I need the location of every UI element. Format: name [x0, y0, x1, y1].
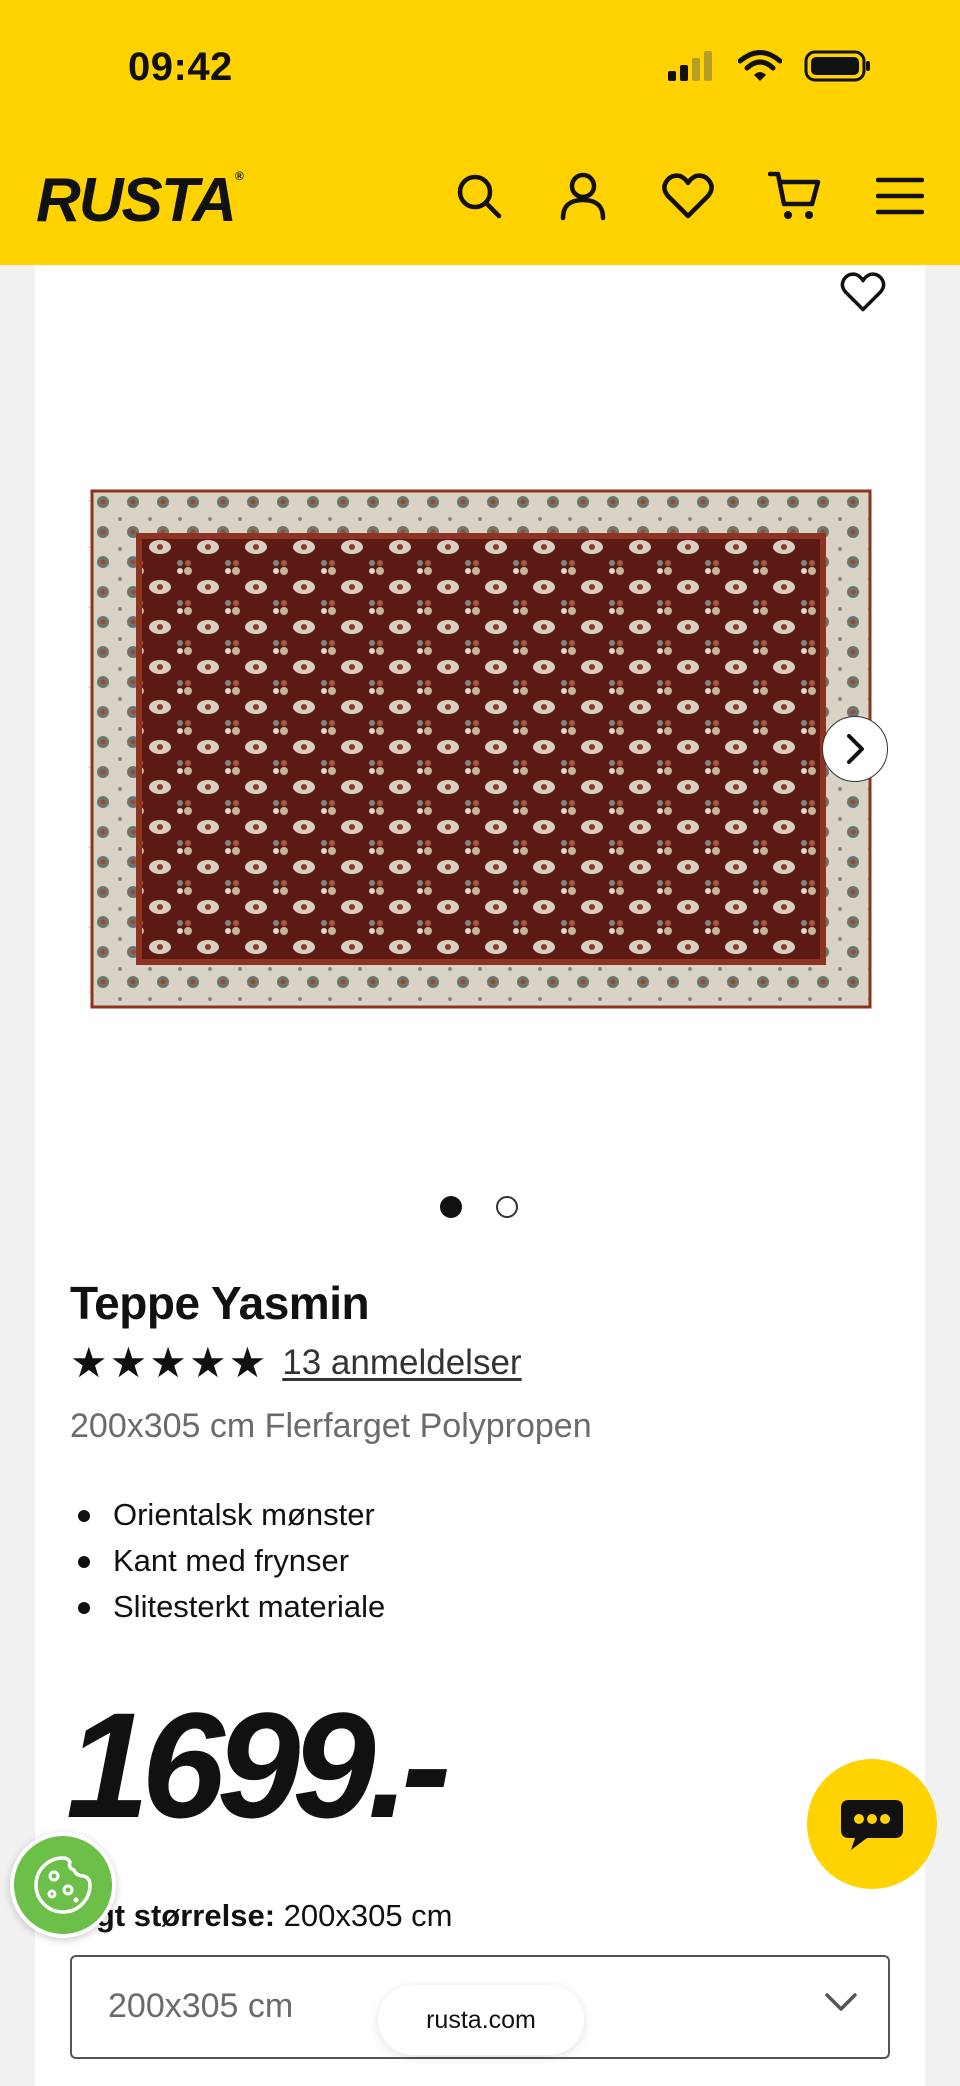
logo-mark: ®: [234, 169, 244, 183]
status-icons: [666, 50, 872, 82]
chevron-down-icon: [825, 1993, 857, 2011]
cart-icon[interactable]: [768, 170, 822, 222]
logo-text: RUSTA: [36, 166, 237, 235]
cookie-icon: [34, 1856, 92, 1914]
browser-url-pill[interactable]: rusta.com: [378, 1985, 584, 2055]
reviews-link[interactable]: 13 anmeldelser: [282, 1343, 521, 1383]
add-to-favorites-button[interactable]: [838, 267, 888, 317]
product-image: [88, 489, 872, 1009]
search-icon[interactable]: [454, 171, 504, 221]
size-label: algt størrelse: 200x305 cm: [70, 1898, 453, 1934]
rating-row: ★★★★★ 13 anmeldelser: [70, 1342, 522, 1384]
signal-icon: [668, 51, 712, 81]
heart-icon[interactable]: [662, 172, 714, 220]
chevron-right-icon: [847, 734, 864, 764]
size-select-value: 200x305 cm: [108, 1987, 294, 2025]
status-time: 09:42: [128, 45, 233, 89]
battery-icon: [804, 50, 870, 82]
menu-icon[interactable]: [876, 176, 924, 216]
product-title: Teppe Yasmin: [70, 1277, 370, 1329]
feature-list: Orientalsk mønster Kant med frynser Slit…: [70, 1492, 385, 1630]
next-image-button[interactable]: [822, 716, 888, 782]
gallery-dot-1[interactable]: [440, 1196, 462, 1218]
rusta-logo[interactable]: RUSTA®: [36, 165, 244, 236]
product-subtitle: 200x305 cm Flerfarget Polypropen: [70, 1407, 592, 1445]
gallery-pagination: [440, 1196, 518, 1218]
header-nav: [454, 170, 924, 222]
gallery-dot-2[interactable]: [496, 1196, 518, 1218]
feature-item: Kant med frynser: [70, 1538, 385, 1584]
heart-icon: [840, 272, 886, 312]
site-header: 09:42 RUSTA®: [0, 0, 960, 265]
product-price: 1699.-: [66, 1681, 451, 1849]
size-label-value: 200x305 cm: [275, 1898, 453, 1933]
chat-button[interactable]: [807, 1759, 937, 1889]
star-rating: ★★★★★: [70, 1339, 269, 1386]
chat-icon: [841, 1800, 903, 1850]
cookie-settings-button[interactable]: [10, 1832, 116, 1938]
wifi-icon: [738, 50, 782, 81]
account-icon[interactable]: [558, 171, 608, 221]
feature-item: Orientalsk mønster: [70, 1492, 385, 1538]
feature-item: Slitesterkt materiale: [70, 1584, 385, 1630]
